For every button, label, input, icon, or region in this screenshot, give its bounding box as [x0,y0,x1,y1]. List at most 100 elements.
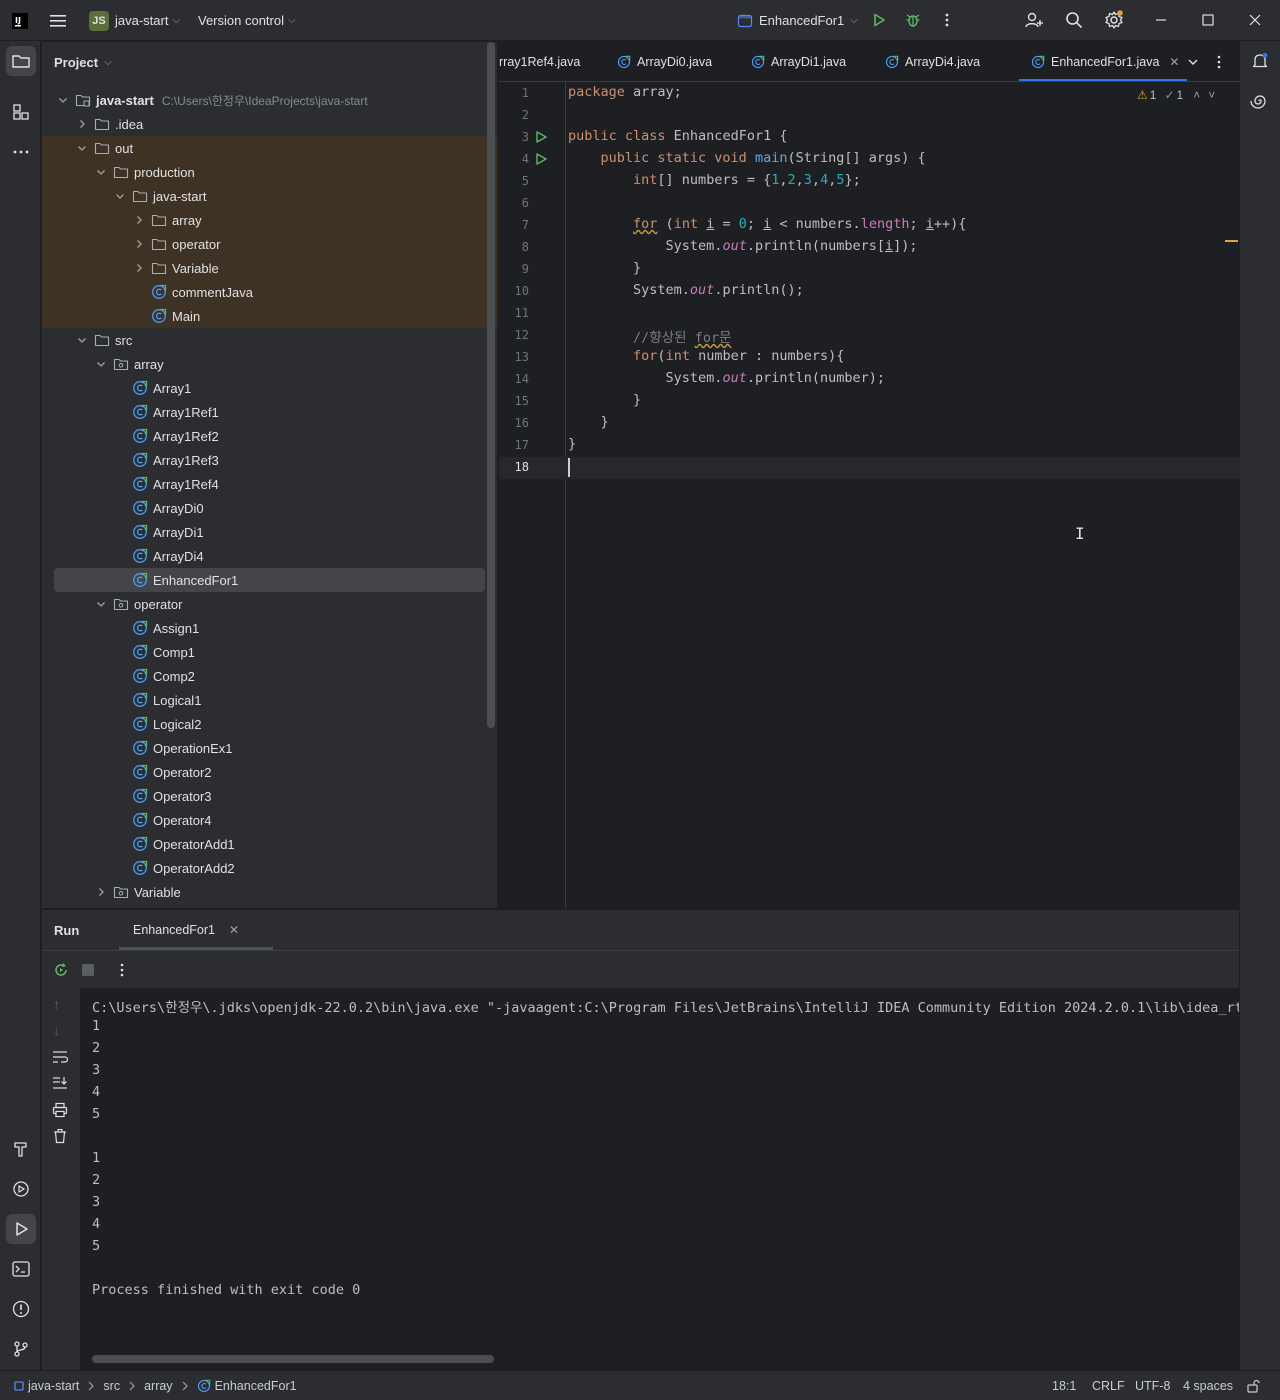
tree-item[interactable]: ArrayDi0 [42,496,497,520]
gutter-run-icon[interactable] [534,130,548,144]
close-window-button[interactable] [1241,6,1269,34]
tree-item[interactable]: out [42,136,497,160]
tree-item[interactable]: java-start [42,184,497,208]
chevron-down-icon[interactable] [74,332,90,348]
chevron-right-icon[interactable] [74,116,90,132]
project-tool-button[interactable] [6,46,36,76]
tabs-dropdown-button[interactable] [1185,54,1201,70]
tree-item[interactable]: Operator3 [42,784,497,808]
tree-item[interactable]: Array1 [42,376,497,400]
project-panel-header[interactable]: Project ⌵ [42,42,497,82]
tree-item[interactable]: commentJava [42,280,497,304]
editor-tab[interactable]: ArrayDi4.java [885,42,980,81]
indent-setting[interactable]: 4 spaces [1183,1371,1233,1400]
chevron-down-icon[interactable] [74,140,90,156]
close-tab-icon[interactable]: ✕ [1169,55,1179,69]
editor-tab[interactable]: rray1Ref4.java [499,42,580,81]
project-selector[interactable]: JS java-start ⌵ [89,0,180,41]
tree-item[interactable]: Operator2 [42,760,497,784]
terminal-tool-button[interactable] [6,1254,36,1284]
editor-tab[interactable]: ArrayDi1.java [751,42,846,81]
debug-button[interactable] [899,6,927,34]
scroll-to-end-button[interactable] [52,1076,68,1093]
structure-tool-button[interactable] [6,97,36,127]
version-control-menu[interactable]: Version control ⌵ [198,0,296,41]
breadcrumb-item[interactable]: array [144,1379,172,1393]
chevron-down-icon[interactable] [93,164,109,180]
tree-item[interactable]: src [42,328,497,352]
code-with-me-button[interactable] [1020,6,1048,34]
tree-item[interactable]: Variable [42,880,497,904]
breadcrumb-item[interactable]: src [103,1379,120,1393]
tree-item[interactable]: Comp2 [42,664,497,688]
tree-item[interactable]: EnhancedFor1 [54,568,485,592]
maximize-button[interactable] [1194,6,1222,34]
tree-item[interactable]: ArrayDi1 [42,520,497,544]
breadcrumb-item[interactable]: EnhancedFor1 [215,1379,297,1393]
close-icon[interactable]: ✕ [229,923,239,937]
soft-wrap-button[interactable] [52,1050,69,1067]
file-encoding[interactable]: UTF-8 [1135,1371,1170,1400]
tree-item[interactable]: OperatorAdd1 [42,832,497,856]
chevron-right-icon[interactable] [93,884,109,900]
build-tool-button[interactable] [6,1134,36,1164]
chevron-down-icon[interactable] [112,188,128,204]
tree-item[interactable]: Logical1 [42,688,497,712]
run-more-button[interactable] [114,962,130,978]
chevron-down-icon[interactable]: ˅ [1208,88,1215,102]
tree-item[interactable]: Main [42,304,497,328]
services-tool-button[interactable] [6,1174,36,1204]
read-only-toggle[interactable] [1246,1371,1260,1400]
more-actions-button[interactable] [933,6,961,34]
tree-item[interactable]: Array1Ref2 [42,424,497,448]
scroll-up-button[interactable]: ↑ [53,996,60,1012]
tree-item[interactable]: Variable [42,256,497,280]
tabs-more-button[interactable] [1211,54,1227,70]
chevron-up-icon[interactable]: ˄ [1193,88,1200,102]
breadcrumb-item[interactable]: java-start [28,1379,79,1393]
tree-item[interactable]: Array1Ref4 [42,472,497,496]
run-tool-button[interactable] [6,1214,36,1244]
tree-item[interactable]: Operator4 [42,808,497,832]
tree-item[interactable]: Array1Ref3 [42,448,497,472]
clear-all-button[interactable] [52,1128,68,1147]
stop-button[interactable] [82,964,94,976]
tree-item[interactable]: array [42,208,497,232]
tree-item[interactable]: ArrayDi4 [42,544,497,568]
settings-button[interactable] [1100,6,1128,34]
console-horizontal-scrollbar[interactable] [92,1355,494,1363]
warning-stripe-marker[interactable] [1225,240,1238,242]
chevron-right-icon[interactable] [131,212,147,228]
editor-tab[interactable]: ArrayDi0.java [617,42,712,81]
tree-item[interactable]: .idea [42,112,497,136]
tree-item[interactable]: Logical2 [42,712,497,736]
notifications-button[interactable] [1245,46,1275,76]
more-tools-button[interactable] [6,137,36,167]
scroll-down-button[interactable]: ↓ [53,1022,60,1038]
caret-position[interactable]: 18:1 [1052,1371,1076,1400]
chevron-right-icon[interactable] [131,260,147,276]
tree-item[interactable]: OperatorAdd2 [42,856,497,880]
tree-item[interactable]: array [42,352,497,376]
tree-item[interactable]: OperationEx1 [42,736,497,760]
run-button[interactable] [865,6,893,34]
git-tool-button[interactable] [6,1334,36,1364]
line-separator[interactable]: CRLF [1092,1371,1125,1400]
run-config-selector[interactable]: EnhancedFor1 ⌵ [737,0,858,41]
chevron-down-icon[interactable] [55,92,71,108]
project-scrollbar[interactable] [487,42,495,728]
search-button[interactable] [1060,6,1088,34]
tree-item[interactable]: java-start C:\Users\한정우\IdeaProjects\java… [42,88,497,112]
gutter-run-icon[interactable] [534,152,548,166]
main-menu-button[interactable] [48,0,68,41]
app-logo[interactable]: IJ [12,0,28,41]
minimize-button[interactable] [1147,6,1175,34]
chevron-down-icon[interactable] [93,356,109,372]
chevron-right-icon[interactable] [131,236,147,252]
tree-item[interactable]: production [42,160,497,184]
console-output[interactable]: C:\Users\한정우\.jdks\openjdk-22.0.2\bin\ja… [80,988,1239,1371]
inspection-widget[interactable]: ⚠ 1 ✓ 1 ˄ ˅ [1137,86,1215,104]
tree-item[interactable]: Array1Ref1 [42,400,497,424]
tree-item[interactable]: operator [42,232,497,256]
chevron-down-icon[interactable] [93,596,109,612]
